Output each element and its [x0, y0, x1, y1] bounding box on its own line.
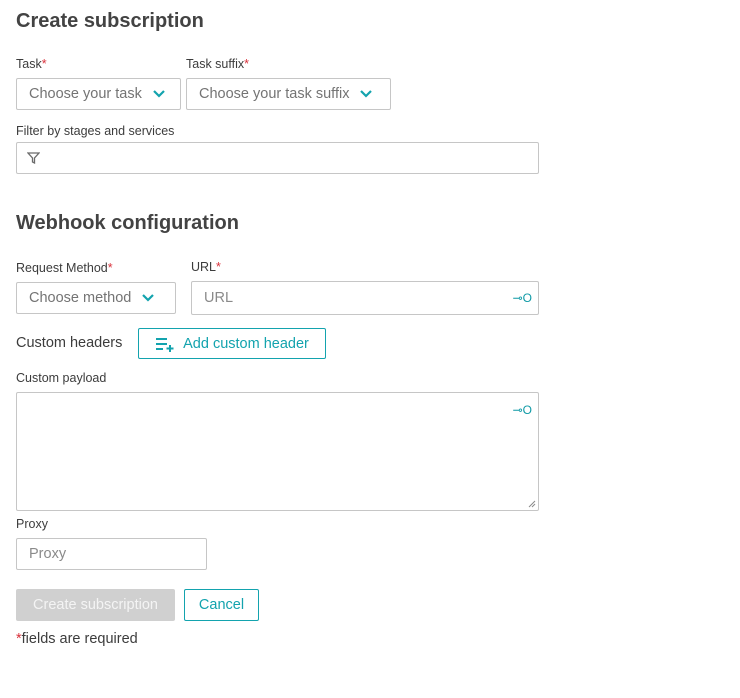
required-mark: *	[107, 261, 113, 275]
required-fields-note: *fields are required	[16, 631, 138, 647]
request-method-select[interactable]: Choose method	[16, 282, 176, 314]
task-suffix-label: Task suffix*	[186, 57, 249, 71]
request-method-label: Request Method*	[16, 261, 113, 275]
required-mark: *	[244, 57, 249, 71]
task-suffix-select[interactable]: Choose your task suffix	[186, 78, 391, 110]
proxy-input[interactable]: Proxy	[16, 538, 207, 570]
custom-headers-label: Custom headers	[16, 335, 123, 351]
task-select-value: Choose your task	[29, 86, 142, 102]
request-method-select-value: Choose method	[29, 290, 132, 306]
page-title: Create subscription	[16, 10, 204, 32]
chevron-down-icon	[153, 90, 165, 98]
add-custom-header-label: Add custom header	[183, 335, 309, 352]
task-suffix-select-value: Choose your task suffix	[199, 86, 350, 102]
playlist-add-icon	[156, 337, 174, 352]
key-icon[interactable]: ⊸O	[513, 403, 532, 417]
cancel-button[interactable]: Cancel	[184, 589, 259, 621]
required-mark: *	[216, 260, 221, 274]
add-custom-header-button[interactable]: Add custom header	[138, 328, 326, 359]
chevron-down-icon	[142, 294, 155, 302]
url-label: URL*	[191, 260, 221, 274]
key-icon[interactable]: ⊸O	[513, 291, 532, 305]
filter-input[interactable]	[16, 142, 539, 174]
webhook-section-title: Webhook configuration	[16, 212, 239, 234]
filter-icon	[27, 152, 40, 164]
custom-payload-label: Custom payload	[16, 371, 107, 385]
url-placeholder: URL	[204, 290, 234, 306]
task-select[interactable]: Choose your task	[16, 78, 181, 110]
custom-payload-textarea[interactable]: ⊸O	[16, 392, 539, 511]
proxy-label: Proxy	[16, 517, 48, 531]
create-subscription-button[interactable]: Create subscription	[16, 589, 175, 621]
proxy-placeholder: Proxy	[29, 546, 67, 562]
resize-handle-icon[interactable]	[528, 500, 536, 508]
filter-label: Filter by stages and services	[16, 124, 175, 138]
url-input[interactable]: URL ⊸O	[191, 281, 539, 315]
chevron-down-icon	[360, 90, 373, 98]
task-label: Task*	[16, 57, 47, 71]
required-mark: *	[41, 57, 47, 71]
